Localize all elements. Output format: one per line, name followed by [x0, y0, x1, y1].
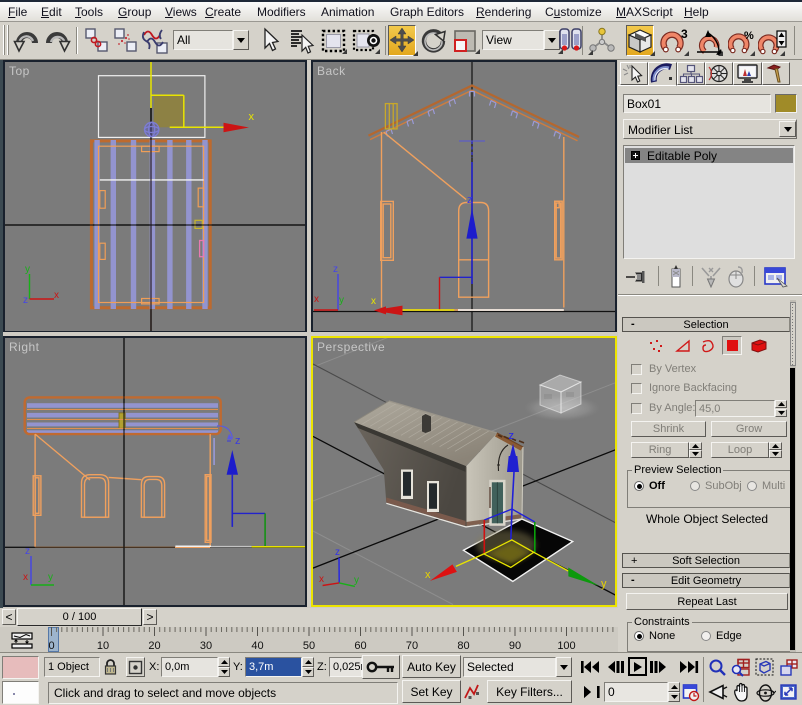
svg-text:z: z	[335, 547, 340, 558]
svg-text:80: 80	[457, 640, 469, 652]
svg-text:y: y	[25, 264, 30, 275]
svg-text:Right: Right	[9, 340, 40, 354]
svg-text:x: x	[425, 569, 431, 581]
svg-text:20: 20	[148, 640, 160, 652]
svg-text:90: 90	[509, 640, 521, 652]
svg-text:100: 100	[557, 640, 575, 652]
svg-text:10: 10	[97, 640, 109, 652]
svg-text:y: y	[354, 575, 359, 586]
svg-text:y: y	[601, 578, 607, 590]
svg-text:%: %	[744, 30, 754, 42]
svg-text:z: z	[235, 435, 241, 447]
svg-text:30: 30	[200, 640, 212, 652]
svg-text:x: x	[23, 572, 28, 583]
svg-text:3: 3	[681, 27, 688, 41]
svg-text:z: z	[333, 264, 338, 275]
svg-text:x: x	[314, 294, 319, 305]
svg-text:40: 40	[251, 640, 263, 652]
svg-text:x: x	[319, 574, 324, 585]
svg-text:0: 0	[48, 640, 54, 652]
svg-text:Back: Back	[317, 64, 346, 78]
svg-text:y: y	[339, 295, 344, 306]
svg-text:x: x	[54, 290, 59, 301]
svg-text:Perspective: Perspective	[317, 340, 385, 354]
svg-text:50: 50	[303, 640, 315, 652]
svg-text:60: 60	[354, 640, 366, 652]
svg-text:Top: Top	[9, 64, 30, 78]
svg-text:x: x	[249, 111, 255, 123]
svg-text:x: x	[371, 296, 376, 307]
svg-text:70: 70	[406, 640, 418, 652]
svg-text:y: y	[48, 572, 53, 583]
svg-text:z: z	[23, 295, 28, 306]
svg-text:z: z	[509, 430, 515, 442]
svg-text:z: z	[467, 194, 473, 206]
svg-text:z: z	[25, 546, 30, 557]
